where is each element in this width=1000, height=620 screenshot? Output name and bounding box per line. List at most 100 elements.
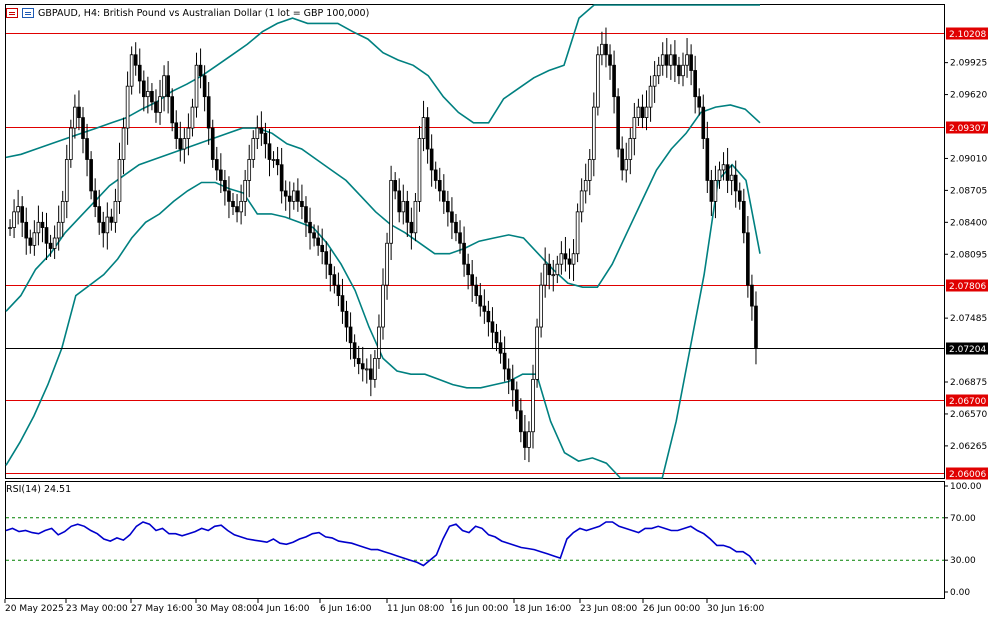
candle-body xyxy=(620,148,625,171)
candle-body xyxy=(717,169,722,181)
candle-body xyxy=(721,164,726,171)
candle-body xyxy=(652,75,657,87)
candle-body xyxy=(239,200,243,213)
candle-body xyxy=(551,274,556,277)
candle-body xyxy=(417,138,422,202)
candle-body xyxy=(470,274,475,286)
candle-body xyxy=(154,101,158,113)
candle-body xyxy=(263,132,268,145)
price-tick-label: 2.09925 xyxy=(950,59,987,69)
candle-body xyxy=(506,368,511,380)
candle-body xyxy=(535,326,539,380)
candle-body xyxy=(664,54,669,66)
candle-body xyxy=(214,159,219,171)
candle-body xyxy=(141,80,146,98)
chart-window-icon[interactable] xyxy=(6,8,18,18)
candle-body xyxy=(539,284,543,328)
current-price-label: 2.07204 xyxy=(949,345,986,355)
time-axis: 20 May 2025 23 May 00:00 27 May 16:00 30 Ma… xyxy=(4,599,764,614)
candle-body xyxy=(73,106,77,129)
candle-body xyxy=(385,242,389,286)
candle-body xyxy=(458,232,462,244)
candle-body xyxy=(498,342,503,354)
candle-body xyxy=(567,258,572,265)
candle-body xyxy=(271,159,276,161)
candle-body xyxy=(741,200,746,234)
candle-body xyxy=(377,326,381,359)
candle-body xyxy=(425,117,430,150)
candle-body xyxy=(113,200,118,223)
candle-body xyxy=(608,54,612,66)
candle-body xyxy=(324,251,329,265)
candle-body xyxy=(389,180,393,244)
candle-body xyxy=(462,242,466,265)
candle-body xyxy=(170,96,175,124)
candle-body xyxy=(137,64,142,82)
candle-body xyxy=(673,54,677,66)
rsi-tick-label: 100.00 xyxy=(950,482,982,492)
candle-body xyxy=(486,310,491,323)
candle-body xyxy=(364,368,369,371)
candle-body xyxy=(401,200,406,213)
candle-body xyxy=(737,190,742,202)
candle-body xyxy=(16,206,20,213)
candle-body xyxy=(275,159,280,166)
candle-body xyxy=(32,232,37,246)
candle-body xyxy=(746,232,750,286)
candle-body xyxy=(210,127,215,160)
candle-body xyxy=(583,180,588,192)
candle-body xyxy=(133,54,138,66)
time-tick-label: 6 Jun 16:00 xyxy=(320,604,372,614)
candle-body xyxy=(474,284,479,297)
candle-body xyxy=(206,96,211,129)
candle-body xyxy=(44,227,49,244)
candle-body xyxy=(754,305,758,348)
candle-body xyxy=(490,321,495,333)
price-tick-label: 2.07485 xyxy=(950,314,987,324)
candle-body xyxy=(482,305,487,312)
candle-body xyxy=(194,64,199,108)
candle-body xyxy=(393,180,397,192)
candle-body xyxy=(381,284,385,328)
level-price-label: 2.10208 xyxy=(949,30,986,40)
candle-body xyxy=(360,363,365,370)
time-tick-label: 23 May 00:00 xyxy=(66,604,128,614)
candle-body xyxy=(300,200,304,208)
candle-body xyxy=(81,117,85,139)
candle-body xyxy=(36,221,41,234)
price-tick-label: 2.08705 xyxy=(950,186,987,196)
level-price-label: 2.06006 xyxy=(949,470,986,480)
candle-body xyxy=(543,263,547,286)
candle-body xyxy=(591,106,596,160)
price-tick-label: 2.08400 xyxy=(950,218,987,228)
candle-body xyxy=(146,91,150,98)
candle-body xyxy=(251,138,256,160)
rsi-tick-label: 30.00 xyxy=(950,556,976,566)
candle-body xyxy=(437,180,442,192)
candle-body xyxy=(514,389,519,412)
time-tick-label: 18 Jun 16:00 xyxy=(514,604,571,614)
candle-body xyxy=(373,358,377,380)
candle-body xyxy=(669,54,673,66)
level-price-label: 2.09307 xyxy=(949,124,986,134)
candle-body xyxy=(219,169,223,181)
candle-body xyxy=(340,295,345,312)
price-tick-label: 2.09620 xyxy=(950,91,987,101)
candle-body xyxy=(109,216,114,223)
candle-body xyxy=(628,138,633,160)
candle-body xyxy=(579,190,584,213)
candle-body xyxy=(352,342,357,359)
candle-body xyxy=(20,206,25,223)
candle-body xyxy=(596,54,600,108)
candle-body xyxy=(369,368,373,380)
time-tick-label: 4 Jun 16:00 xyxy=(258,604,310,614)
candle-body xyxy=(166,75,170,98)
chart-window-icon[interactable] xyxy=(22,8,34,18)
price-tick-label: 2.06265 xyxy=(950,442,987,452)
price-chart[interactable]: 2.09925 2.09620 2.09010 2.08705 2.08400 2.080… xyxy=(0,0,1000,620)
candle-body xyxy=(429,148,434,171)
candle-body xyxy=(56,221,61,239)
candle-body xyxy=(12,211,16,228)
candle-body xyxy=(320,244,325,253)
price-axis: 2.09925 2.09620 2.09010 2.08705 2.08400 2.080… xyxy=(944,27,988,480)
